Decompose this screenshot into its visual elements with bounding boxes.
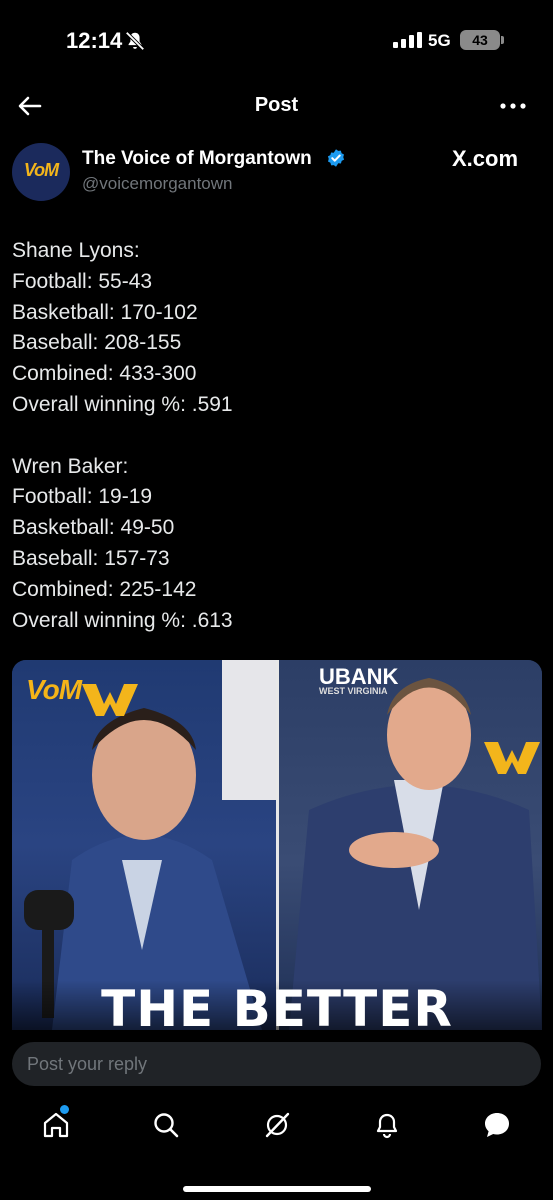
image-right-panel: UBANK WEST VIRGINIA	[279, 660, 542, 1030]
reply-placeholder: Post your reply	[27, 1054, 148, 1074]
more-options-icon[interactable]	[498, 92, 528, 120]
image-headline: THE BETTER	[101, 980, 453, 1030]
post-line: Baseball: 157-73	[12, 546, 170, 570]
network-type: 5G	[428, 31, 451, 50]
author-handle[interactable]: @voicemorgantown	[82, 174, 233, 194]
reply-input[interactable]: Post your reply	[12, 1042, 541, 1086]
wv-logo-icon	[82, 684, 138, 716]
bottom-nav	[0, 1100, 553, 1160]
search-icon[interactable]	[151, 1110, 181, 1140]
status-time: 12:14	[66, 28, 123, 53]
wv-logo-icon	[484, 742, 540, 774]
bell-off-icon	[125, 31, 145, 51]
bank-sign-subtext: WEST VIRGINIA	[319, 686, 388, 696]
image-left-panel: VoM	[12, 660, 276, 1030]
battery-icon: 43	[460, 30, 500, 50]
post-line	[12, 421, 532, 452]
post-line: Overall winning %: .591	[12, 392, 233, 416]
post-line: Basketball: 170-102	[12, 300, 198, 324]
status-bar: 12:14 5G 43	[0, 0, 553, 80]
person-left-figure	[24, 660, 276, 1030]
post-line: Shane Lyons:	[12, 239, 140, 262]
post-line: Overall winning %: .613	[12, 608, 233, 632]
battery-level: 43	[472, 32, 488, 48]
verified-badge-icon	[327, 149, 345, 167]
post-line: Baseball: 208-155	[12, 331, 182, 355]
author-name[interactable]: The Voice of Morgantown	[82, 148, 312, 170]
page-title: Post	[254, 94, 299, 116]
cellular-signal-icon	[393, 32, 422, 48]
notifications-icon[interactable]	[372, 1110, 402, 1140]
post-line: Combined: 225-142	[12, 577, 197, 601]
post-image[interactable]: VoM UBANK WEST VIRGINIA THE BETTER	[12, 660, 542, 1030]
source-label: X.com	[452, 146, 519, 171]
messages-icon[interactable]	[482, 1110, 512, 1140]
avatar[interactable]: VoM	[12, 143, 70, 201]
home-icon[interactable]	[41, 1110, 71, 1140]
post-line: Football: 55-43	[12, 269, 153, 293]
nav-header: Post	[0, 80, 553, 130]
post-line: Combined: 433-300	[12, 362, 197, 386]
avatar-logo-text: VoM	[23, 160, 59, 180]
post-line: Football: 19-19	[12, 485, 153, 509]
home-indicator	[183, 1186, 371, 1192]
post-line: Wren Baker:	[12, 454, 129, 478]
post-line: Basketball: 49-50	[12, 516, 175, 540]
battery-tip	[501, 36, 504, 44]
vom-logo: VoM	[26, 674, 82, 705]
notification-dot	[60, 1105, 69, 1114]
post-body: Shane Lyons: Football: 55-43 Basketball:…	[12, 236, 532, 636]
person-right-figure	[289, 678, 542, 1030]
grok-icon[interactable]	[262, 1110, 292, 1140]
